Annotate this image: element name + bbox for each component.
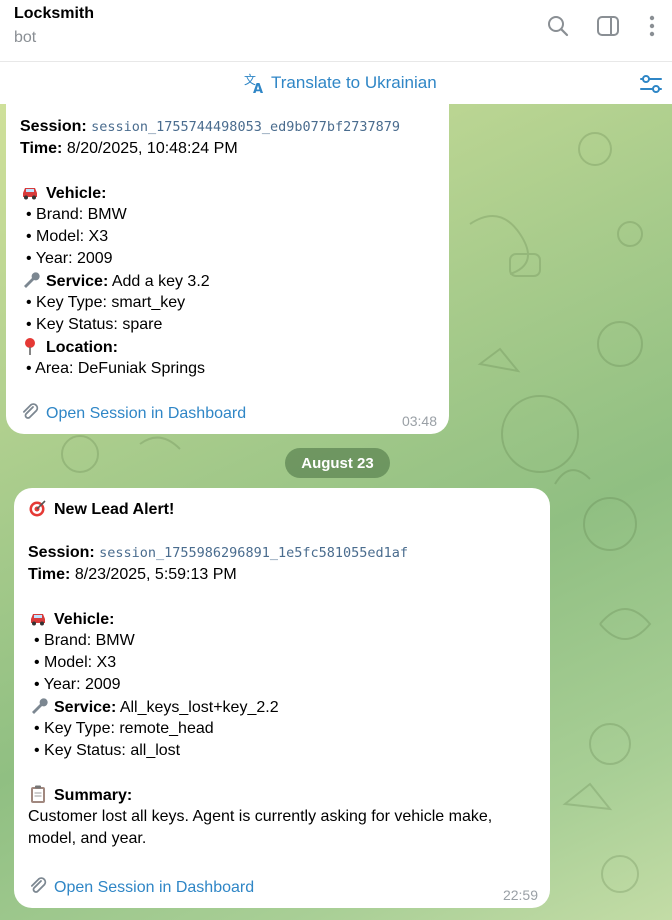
session-id[interactable]: session_1755744498053_ed9b077bf2737879 — [91, 119, 400, 135]
translate-bar: 文 A Translate to Ukrainian — [0, 61, 672, 104]
summary-text-line-1: Customer lost all keys. Agent is current… — [28, 808, 493, 825]
wrench-icon — [24, 272, 40, 288]
target-icon — [29, 500, 46, 517]
location-area: • Area: DeFuniak Springs — [26, 360, 206, 377]
vehicle-year: • Year: 2009 — [34, 676, 121, 693]
chat-title[interactable]: Locksmith — [14, 5, 94, 23]
date-separator: August 23 — [285, 448, 390, 478]
more-vertical-icon[interactable] — [640, 14, 664, 38]
key-type: • Key Type: remote_head — [34, 720, 214, 737]
settings-icon[interactable] — [639, 73, 663, 95]
open-session-link[interactable]: Open Session in Dashboard — [54, 879, 254, 896]
summary-heading: Summary: — [28, 784, 132, 807]
message-timestamp: 22:59 — [502, 887, 538, 903]
vehicle-model: • Model: X3 — [26, 228, 109, 245]
svg-text:A: A — [253, 82, 263, 95]
service-line: Service: Add a key 3.2 — [20, 270, 210, 293]
session-line: Session: session_1755986296891_1e5fc5810… — [28, 544, 408, 561]
pin-icon — [25, 338, 35, 355]
chat-subtitle: bot — [14, 29, 37, 46]
vehicle-heading: Vehicle: — [20, 182, 106, 205]
service-line: Service: All_keys_lost+key_2.2 — [28, 696, 279, 719]
search-icon[interactable] — [546, 14, 570, 38]
vehicle-brand: • Brand: BMW — [34, 632, 135, 649]
message-bubble[interactable]: New Lead Alert! Session: session_1755986… — [14, 488, 550, 908]
vehicle-model: • Model: X3 — [34, 654, 117, 671]
key-status: • Key Status: spare — [26, 316, 163, 333]
vehicle-year: • Year: 2009 — [26, 250, 113, 267]
paperclip-icon — [31, 877, 47, 893]
vehicle-heading: Vehicle: — [28, 608, 114, 631]
clipboard-icon — [31, 785, 45, 803]
translate-button[interactable]: 文 A Translate to Ukrainian — [243, 71, 437, 95]
chat-messages-area[interactable]: Session: session_1755744498053_ed9b077bf… — [0, 104, 672, 920]
translate-icon: 文 A — [244, 72, 263, 95]
alert-title-line: New Lead Alert! — [28, 498, 174, 521]
key-type: • Key Type: smart_key — [26, 294, 186, 311]
message-timestamp: 03:48 — [401, 413, 437, 429]
message-bubble[interactable]: Session: session_1755744498053_ed9b077bf… — [6, 104, 449, 434]
time-line: Time: 8/23/2025, 5:59:13 PM — [28, 566, 237, 583]
telegram-chat-window: Locksmith bot 文 A Translate to Ukrainian — [0, 0, 672, 920]
sidebar-toggle-icon[interactable] — [596, 14, 620, 38]
open-session-link[interactable]: Open Session in Dashboard — [46, 405, 246, 422]
time-line: Time: 8/20/2025, 10:48:24 PM — [20, 140, 238, 157]
chat-header: Locksmith bot — [0, 0, 672, 61]
dashboard-link-row: Open Session in Dashboard — [28, 876, 254, 899]
vehicle-brand: • Brand: BMW — [26, 206, 127, 223]
wrench-icon — [32, 698, 48, 714]
key-status: • Key Status: all_lost — [34, 742, 181, 759]
session-id[interactable]: session_1755986296891_1e5fc581055ed1af — [99, 545, 408, 561]
paperclip-icon — [23, 403, 39, 419]
location-heading: Location: — [20, 336, 118, 359]
summary-text-line-2: model, and year. — [28, 830, 147, 847]
translate-label: Translate to Ukrainian — [271, 73, 437, 92]
dashboard-link-row: Open Session in Dashboard — [20, 402, 246, 425]
session-line: Session: session_1755744498053_ed9b077bf… — [20, 118, 400, 135]
car-icon — [31, 614, 45, 626]
car-icon — [23, 188, 37, 200]
